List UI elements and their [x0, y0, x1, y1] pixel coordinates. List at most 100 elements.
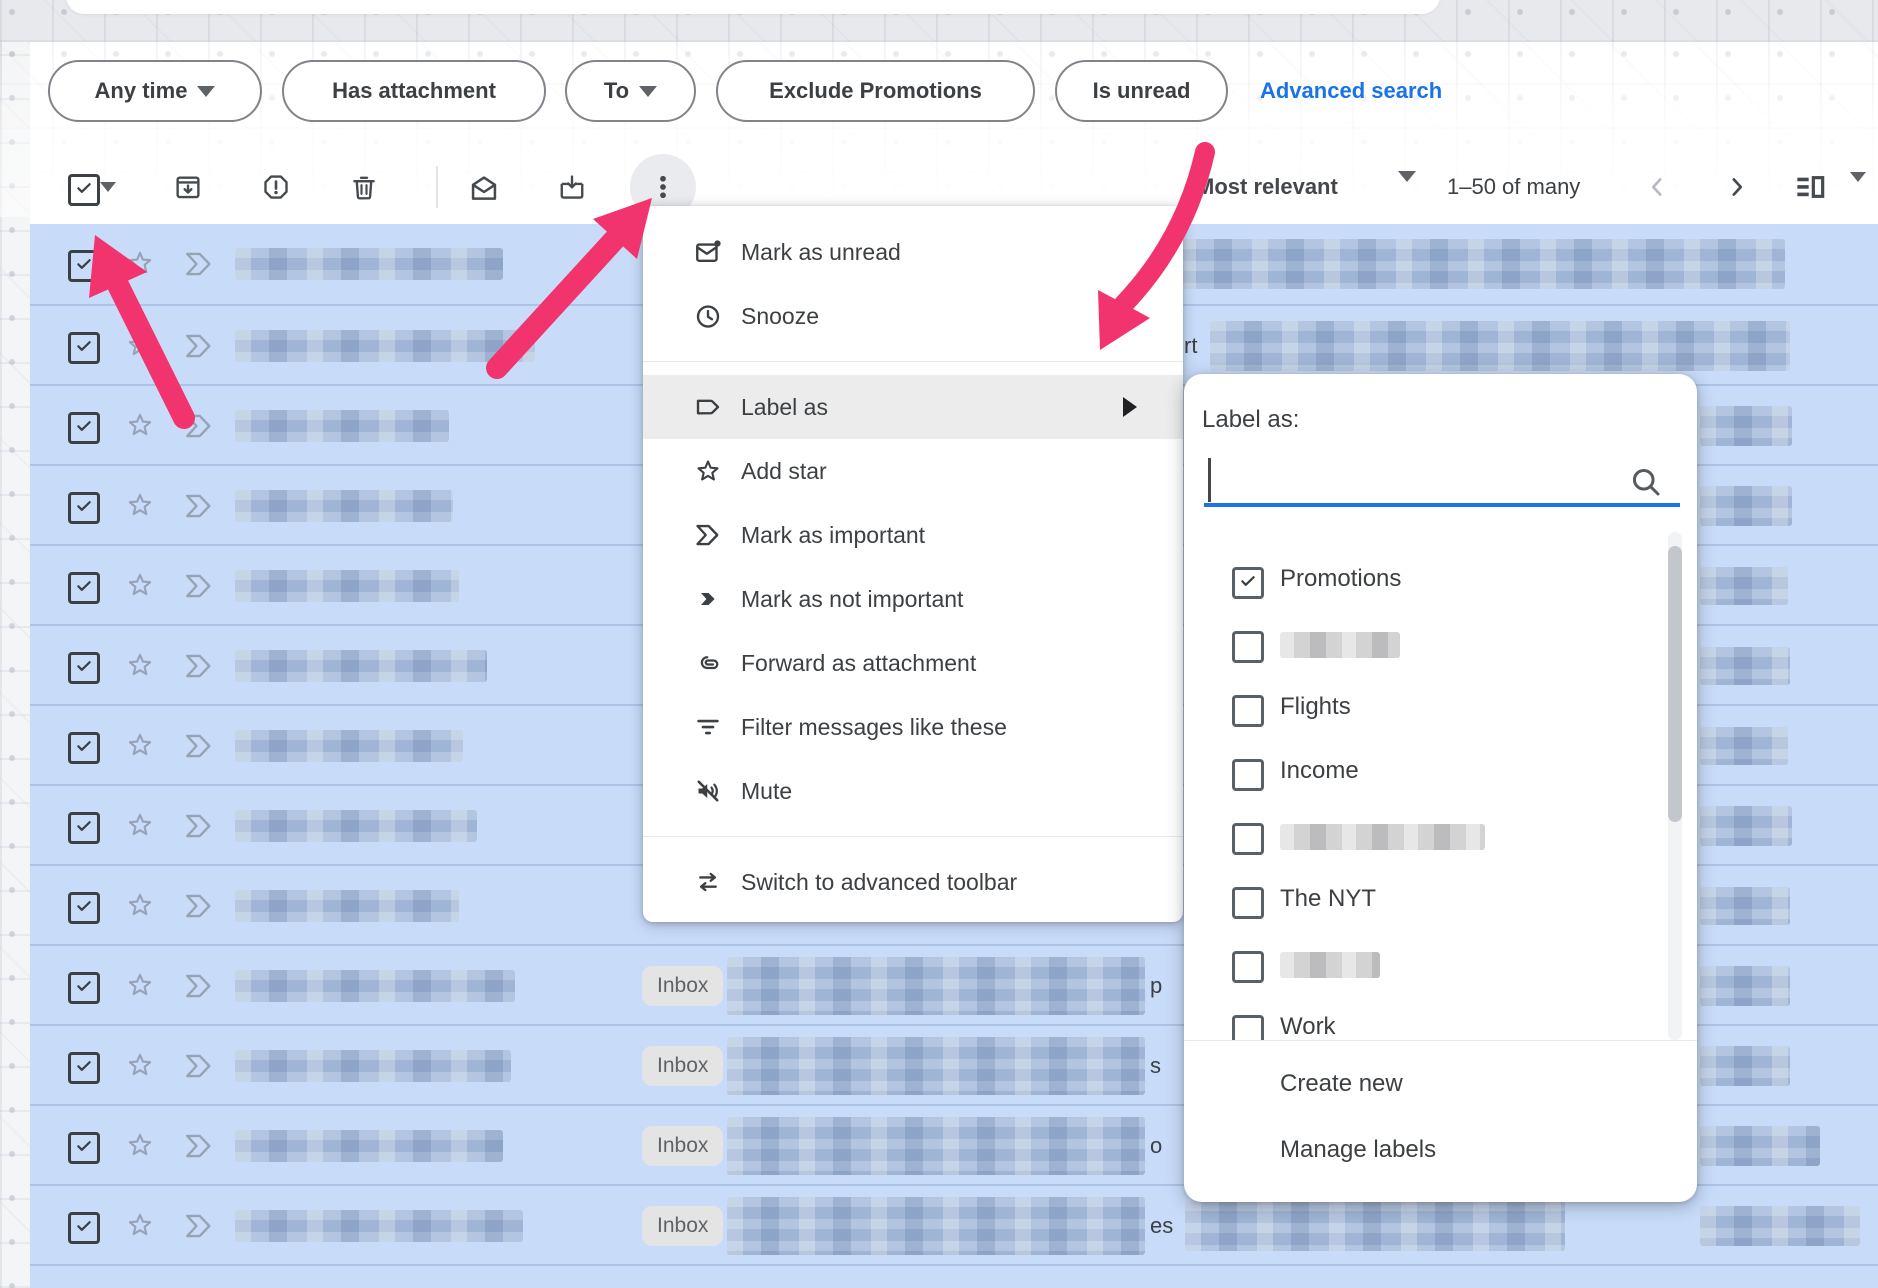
importance-marker-icon[interactable] [182, 812, 216, 845]
star-icon[interactable] [124, 889, 156, 926]
split-pane-toggle[interactable] [1794, 171, 1826, 203]
filter-chip-is-unread[interactable]: Is unread [1055, 60, 1228, 122]
label-option-blurred[interactable] [1184, 612, 1664, 676]
menu-item-filter-messages-like-these[interactable]: Filter messages like these [643, 695, 1183, 759]
filter-chip-has-attachment[interactable]: Has attachment [282, 60, 546, 122]
check-icon [75, 417, 93, 440]
star-icon[interactable] [124, 1049, 156, 1086]
row-checkbox[interactable] [68, 1132, 100, 1164]
row-checkbox[interactable] [68, 652, 100, 684]
star-icon[interactable] [124, 809, 156, 846]
importance-marker-icon[interactable] [182, 412, 216, 445]
row-checkbox[interactable] [68, 972, 100, 1004]
star-icon[interactable] [124, 329, 156, 366]
move-to-button[interactable] [557, 172, 587, 202]
menu-item-mute[interactable]: Mute [643, 759, 1183, 823]
importance-marker-icon[interactable] [182, 332, 216, 365]
importance-marker-icon[interactable] [182, 1212, 216, 1245]
row-checkbox[interactable] [68, 1052, 100, 1084]
menu-item-mark-as-unread[interactable]: Mark as unread [643, 220, 1183, 284]
star-icon[interactable] [124, 409, 156, 446]
row-checkbox[interactable] [68, 892, 100, 924]
menu-item-label-as[interactable]: Label as [643, 375, 1183, 439]
create-new-label: Create new [1280, 1070, 1403, 1098]
label-option-promotions[interactable]: Promotions [1184, 548, 1664, 612]
importance-marker-icon[interactable] [182, 972, 216, 1005]
row-checkbox[interactable] [68, 1212, 100, 1244]
row-checkbox[interactable] [68, 250, 100, 282]
filter-chip-label: Any time [95, 78, 188, 104]
star-icon[interactable] [124, 569, 156, 606]
label-checkbox[interactable] [1232, 759, 1264, 791]
older-page-button[interactable] [1722, 172, 1752, 202]
importance-marker-icon[interactable] [182, 250, 216, 283]
label-checkbox[interactable] [1232, 951, 1264, 983]
message-text-blurred [727, 957, 1145, 1015]
filter-icon [693, 712, 723, 742]
label-option-the-nyt[interactable]: The NYT [1184, 868, 1664, 932]
select-all-checkbox[interactable] [68, 174, 100, 206]
label-search-input[interactable] [1204, 503, 1680, 507]
label-name-blurred [1280, 632, 1400, 658]
menu-item-label: Forward as attachment [741, 650, 976, 677]
report-spam-button[interactable] [261, 172, 291, 202]
label-option-blurred[interactable] [1184, 932, 1664, 996]
label-option-flights[interactable]: Flights [1184, 676, 1664, 740]
importance-marker-icon[interactable] [182, 732, 216, 765]
star-icon[interactable] [124, 969, 156, 1006]
label-option-blurred[interactable] [1184, 804, 1664, 868]
label-scrollbar-thumb[interactable] [1668, 546, 1682, 822]
message-text-fragment: rt [1184, 333, 1197, 359]
importance-marker-icon[interactable] [182, 892, 216, 925]
row-checkbox[interactable] [68, 732, 100, 764]
star-icon[interactable] [124, 247, 156, 284]
row-checkbox[interactable] [68, 492, 100, 524]
filter-chip-exclude-promotions[interactable]: Exclude Promotions [716, 60, 1035, 122]
importance-marker-icon[interactable] [182, 652, 216, 685]
star-icon[interactable] [124, 489, 156, 526]
label-checkbox[interactable] [1232, 631, 1264, 663]
label-option-work[interactable]: Work [1184, 996, 1664, 1040]
row-checkbox[interactable] [68, 332, 100, 364]
label-checkbox[interactable] [1232, 887, 1264, 919]
star-icon[interactable] [124, 1209, 156, 1246]
select-dropdown-caret[interactable] [100, 182, 116, 192]
advanced-search-link[interactable]: Advanced search [1260, 60, 1442, 122]
filter-chip-to[interactable]: To [565, 60, 696, 122]
menu-item-label: Mark as important [741, 522, 925, 549]
label-checkbox[interactable] [1232, 1015, 1264, 1040]
menu-item-switch-to-advanced-toolbar[interactable]: Switch to advanced toolbar [643, 850, 1183, 914]
importance-marker-icon[interactable] [182, 1132, 216, 1165]
menu-item-mark-as-not-important[interactable]: Mark as not important [643, 567, 1183, 631]
newer-page-button[interactable] [1642, 172, 1672, 202]
menu-item-forward-as-attachment[interactable]: Forward as attachment [643, 631, 1183, 695]
menu-item-add-star[interactable]: Add star [643, 439, 1183, 503]
label-checkbox[interactable] [1232, 823, 1264, 855]
sort-mode-dropdown[interactable]: Most relevant [1196, 172, 1338, 202]
sort-caret-icon[interactable] [1398, 182, 1416, 200]
importance-marker-icon[interactable] [182, 572, 216, 605]
row-checkbox[interactable] [68, 812, 100, 844]
mark-as-read-button[interactable] [468, 172, 500, 204]
row-checkbox[interactable] [68, 572, 100, 604]
archive-button[interactable] [173, 172, 203, 202]
label-checkbox[interactable] [1232, 695, 1264, 727]
filter-chip-any-time[interactable]: Any time [48, 60, 262, 122]
star-icon[interactable] [124, 1129, 156, 1166]
create-new-label-item[interactable]: Create new [1184, 1052, 1697, 1116]
delete-button[interactable] [349, 172, 379, 202]
importance-marker-icon[interactable] [182, 1052, 216, 1085]
menu-item-snooze[interactable]: Snooze [643, 284, 1183, 348]
split-pane-caret-icon[interactable] [1850, 182, 1866, 200]
label-checkbox[interactable] [1232, 567, 1264, 599]
importance-marker-icon[interactable] [182, 492, 216, 525]
message-text-blurred [1700, 406, 1792, 446]
star-icon[interactable] [124, 729, 156, 766]
manage-labels-item[interactable]: Manage labels [1184, 1118, 1697, 1182]
email-row[interactable] [30, 1264, 1878, 1288]
star-icon[interactable] [124, 649, 156, 686]
label-option-income[interactable]: Income [1184, 740, 1664, 804]
menu-item-mark-as-important[interactable]: Mark as important [643, 503, 1183, 567]
row-checkbox[interactable] [68, 412, 100, 444]
snooze-icon [693, 301, 723, 331]
